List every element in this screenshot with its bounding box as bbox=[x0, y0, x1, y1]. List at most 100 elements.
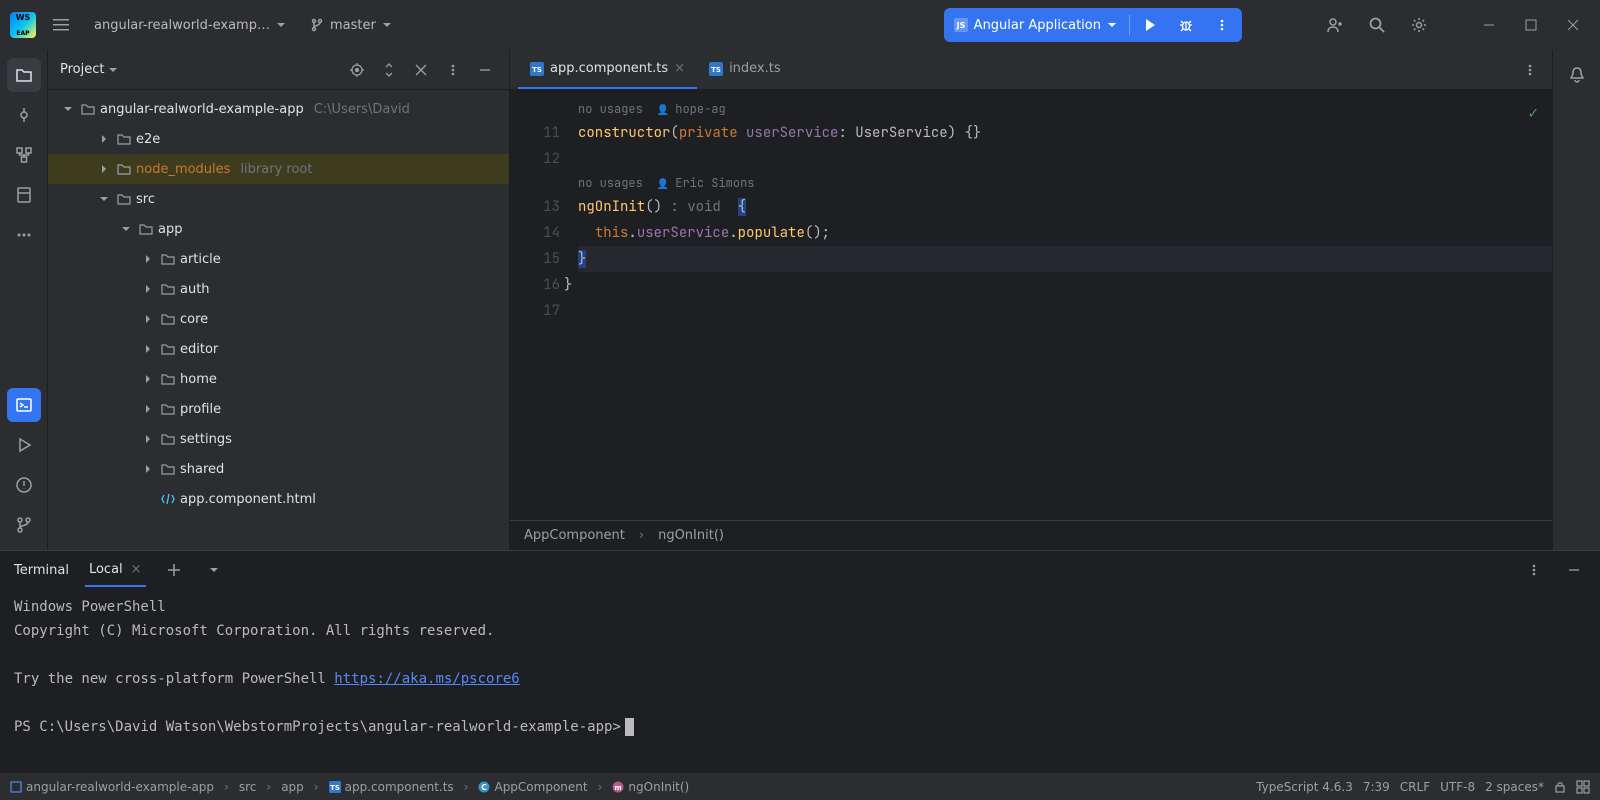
close-window-button[interactable] bbox=[1556, 8, 1590, 42]
run-config-dropdown[interactable]: JS Angular Application bbox=[954, 18, 1125, 33]
status-bar: angular-realworld-example-app › src › ap… bbox=[0, 772, 1600, 800]
new-terminal-button[interactable] bbox=[162, 558, 186, 582]
vcs-tool-button[interactable] bbox=[7, 508, 41, 542]
code-lens[interactable]: no usages Eric Simons bbox=[578, 172, 1552, 194]
kebab-icon bbox=[1524, 64, 1536, 76]
folder-icon bbox=[160, 341, 176, 357]
project-tree[interactable]: angular-realworld-example-app C:\Users\D… bbox=[48, 90, 509, 550]
terminal-link[interactable]: https://aka.ms/pscore6 bbox=[334, 671, 519, 687]
tree-row[interactable]: profile bbox=[48, 394, 509, 424]
tree-row[interactable]: app.component.html bbox=[48, 484, 509, 514]
tree-row[interactable]: article bbox=[48, 244, 509, 274]
panel-options-button[interactable] bbox=[441, 58, 465, 82]
tree-row[interactable]: shared bbox=[48, 454, 509, 484]
problems-tool-button[interactable] bbox=[7, 468, 41, 502]
close-panel-button[interactable] bbox=[409, 58, 433, 82]
terminal-dropdown-button[interactable] bbox=[202, 558, 226, 582]
tree-row[interactable]: app bbox=[48, 214, 509, 244]
line-number[interactable]: 15 bbox=[510, 246, 560, 272]
commit-icon bbox=[15, 106, 33, 124]
tree-label: e2e bbox=[136, 132, 160, 147]
project-panel-title-dropdown[interactable]: Project bbox=[60, 62, 118, 77]
tree-row[interactable]: e2e bbox=[48, 124, 509, 154]
nav-bar-item[interactable]: m ngOnInit() bbox=[612, 780, 689, 794]
editor-tab[interactable]: TSapp.component.ts× bbox=[518, 50, 697, 89]
nav-bar-item[interactable]: app bbox=[281, 780, 304, 794]
nav-bar-item[interactable]: angular-realworld-example-app bbox=[10, 780, 214, 794]
author-hint: Eric Simons bbox=[657, 170, 755, 197]
line-separator[interactable]: CRLF bbox=[1400, 780, 1430, 794]
project-tool-button[interactable] bbox=[7, 58, 41, 92]
tree-row[interactable]: editor bbox=[48, 334, 509, 364]
tabs-more-button[interactable] bbox=[1516, 56, 1544, 84]
expand-collapse-button[interactable] bbox=[377, 58, 401, 82]
kebab-icon bbox=[447, 64, 459, 76]
code-lens[interactable]: no usages hope-ag bbox=[578, 98, 1552, 120]
tree-row[interactable]: auth bbox=[48, 274, 509, 304]
structure-tool-button[interactable] bbox=[7, 138, 41, 172]
tree-row[interactable]: core bbox=[48, 304, 509, 334]
editor-tabs: TSapp.component.ts×TSindex.ts bbox=[510, 50, 1552, 90]
readonly-toggle[interactable] bbox=[1554, 781, 1566, 793]
nav-bar-item[interactable]: TS app.component.ts bbox=[329, 780, 454, 794]
minimize-window-button[interactable] bbox=[1472, 8, 1506, 42]
hide-panel-button[interactable] bbox=[473, 58, 497, 82]
tree-root[interactable]: angular-realworld-example-app C:\Users\D… bbox=[48, 94, 509, 124]
project-name-dropdown[interactable]: angular-realworld-examp… bbox=[86, 14, 294, 37]
commit-tool-button[interactable] bbox=[7, 98, 41, 132]
tree-row[interactable]: node_moduleslibrary root bbox=[48, 154, 509, 184]
select-opened-file-button[interactable] bbox=[345, 58, 369, 82]
terminal-tab[interactable]: Local × bbox=[85, 554, 146, 587]
run-more-button[interactable] bbox=[1206, 11, 1238, 39]
terminal-body[interactable]: Windows PowerShell Copyright (C) Microso… bbox=[0, 589, 1600, 772]
editor-breadcrumb[interactable]: AppComponent › ngOnInit() bbox=[510, 520, 1552, 550]
indent-widget[interactable]: 2 spaces* bbox=[1485, 780, 1544, 794]
editor-tab[interactable]: TSindex.ts bbox=[697, 50, 793, 89]
nav-bar-item[interactable]: C AppComponent bbox=[478, 780, 587, 794]
html-file-icon bbox=[160, 491, 176, 507]
tab-label: app.component.ts bbox=[550, 61, 668, 76]
line-number[interactable]: 17 bbox=[510, 298, 560, 324]
close-tab-icon[interactable]: × bbox=[674, 61, 685, 76]
breadcrumb-item[interactable]: ngOnInit() bbox=[658, 528, 724, 543]
nav-bar-item[interactable]: src bbox=[239, 780, 257, 794]
main-menu-button[interactable] bbox=[44, 8, 78, 42]
terminal-options-button[interactable] bbox=[1522, 558, 1546, 582]
svg-text:C: C bbox=[482, 783, 488, 792]
more-tools-button[interactable] bbox=[7, 218, 41, 252]
hide-terminal-button[interactable] bbox=[1562, 558, 1586, 582]
line-number[interactable]: 11 bbox=[510, 120, 560, 146]
git-branch-dropdown[interactable]: master bbox=[302, 14, 400, 37]
memory-widget[interactable] bbox=[1576, 780, 1590, 794]
tree-row[interactable]: src bbox=[48, 184, 509, 214]
line-number[interactable]: 13 bbox=[510, 194, 560, 220]
line-number[interactable]: 12 bbox=[510, 146, 560, 172]
debug-button[interactable] bbox=[1170, 11, 1202, 39]
editor-area: TSapp.component.ts×TSindex.ts ✓ 11 12 13… bbox=[510, 50, 1552, 550]
close-tab-icon[interactable]: × bbox=[131, 562, 142, 577]
class-icon: C bbox=[478, 781, 490, 793]
terminal-tool-button[interactable] bbox=[7, 388, 41, 422]
line-number[interactable]: 14 bbox=[510, 220, 560, 246]
typescript-widget[interactable]: TypeScript 4.6.3 bbox=[1256, 780, 1353, 794]
cursor-position[interactable]: 7:39 bbox=[1363, 780, 1390, 794]
svg-text:TS: TS bbox=[330, 784, 340, 792]
run-tool-button[interactable] bbox=[7, 428, 41, 462]
notifications-button[interactable] bbox=[1560, 58, 1594, 92]
maximize-window-button[interactable] bbox=[1514, 8, 1548, 42]
line-number[interactable]: 16 bbox=[510, 272, 560, 298]
chevron-right-icon bbox=[96, 131, 112, 147]
code-editor[interactable]: ✓ 11 12 13 14 15 16 17 no usages hope-ag… bbox=[510, 90, 1552, 520]
tree-label: profile bbox=[180, 402, 221, 417]
settings-button[interactable] bbox=[1402, 8, 1436, 42]
bookmarks-tool-button[interactable] bbox=[7, 178, 41, 212]
breadcrumb-item[interactable]: AppComponent bbox=[524, 528, 625, 543]
terminal-title: Terminal bbox=[14, 563, 69, 578]
chevron-right-icon bbox=[140, 401, 156, 417]
run-button[interactable] bbox=[1134, 11, 1166, 39]
file-encoding[interactable]: UTF-8 bbox=[1440, 780, 1475, 794]
tree-row[interactable]: settings bbox=[48, 424, 509, 454]
search-everywhere-button[interactable] bbox=[1360, 8, 1394, 42]
tree-row[interactable]: home bbox=[48, 364, 509, 394]
code-with-me-button[interactable] bbox=[1318, 8, 1352, 42]
